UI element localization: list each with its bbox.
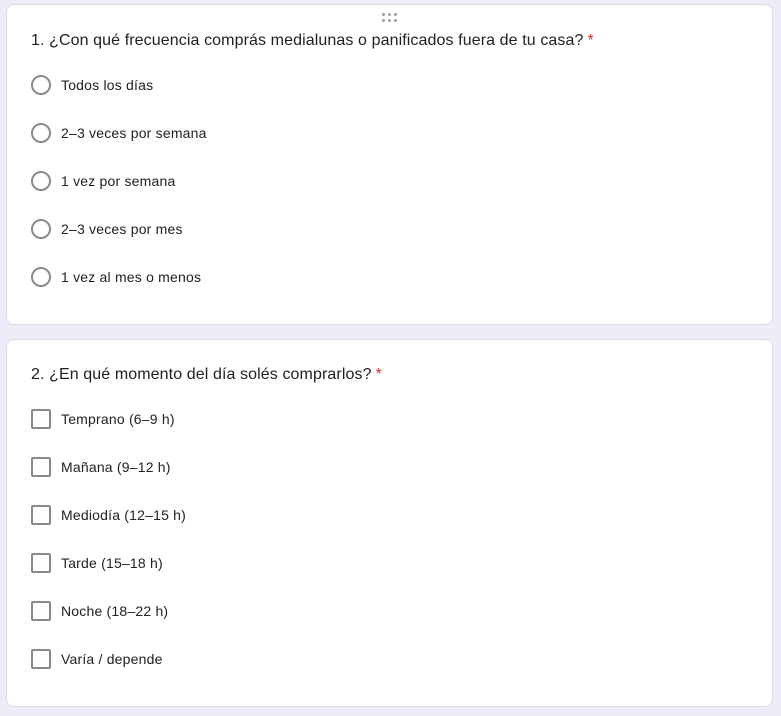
option-label: Todos los días bbox=[61, 77, 154, 93]
checkbox-option[interactable]: Tarde (15–18 h) bbox=[31, 553, 163, 573]
checkbox-unchecked-icon[interactable] bbox=[31, 601, 51, 621]
radio-option[interactable]: 1 vez al mes o menos bbox=[31, 267, 201, 287]
required-asterisk: * bbox=[587, 32, 594, 49]
radio-button-unchecked-icon[interactable] bbox=[31, 219, 51, 239]
question-title-text: 2. ¿En qué momento del día solés comprar… bbox=[31, 366, 372, 383]
radio-button-unchecked-icon[interactable] bbox=[31, 267, 51, 287]
checkbox-unchecked-icon[interactable] bbox=[31, 409, 51, 429]
checkbox-option[interactable]: Temprano (6–9 h) bbox=[31, 409, 175, 429]
option-label: 1 vez por semana bbox=[61, 173, 176, 189]
required-asterisk: * bbox=[375, 366, 382, 383]
radio-option[interactable]: Todos los días bbox=[31, 75, 153, 95]
option-label: Temprano (6–9 h) bbox=[61, 411, 175, 427]
checkbox-unchecked-icon[interactable] bbox=[31, 553, 51, 573]
option-label: 2–3 veces por semana bbox=[61, 125, 207, 141]
radio-option[interactable]: 1 vez por semana bbox=[31, 171, 175, 191]
option-label: 1 vez al mes o menos bbox=[61, 269, 202, 285]
radio-button-unchecked-icon[interactable] bbox=[31, 171, 51, 191]
radio-option[interactable]: 2–3 veces por semana bbox=[31, 123, 207, 143]
checkbox-unchecked-icon[interactable] bbox=[31, 457, 51, 477]
drag-handle-icon[interactable] bbox=[381, 13, 398, 23]
option-label: 2–3 veces por mes bbox=[61, 221, 183, 237]
radio-button-unchecked-icon[interactable] bbox=[31, 75, 51, 95]
checkbox-option[interactable]: Mediodía (12–15 h) bbox=[31, 505, 186, 525]
radio-button-unchecked-icon[interactable] bbox=[31, 123, 51, 143]
checkbox-option[interactable]: Mañana (9–12 h) bbox=[31, 457, 171, 477]
question-card-frequency: 1. ¿Con qué frecuencia comprás medialuna… bbox=[6, 4, 773, 325]
option-label: Tarde (15–18 h) bbox=[61, 555, 163, 571]
question-title: 2. ¿En qué momento del día solés comprar… bbox=[31, 365, 382, 385]
checkbox-unchecked-icon[interactable] bbox=[31, 505, 51, 525]
option-label: Mañana (9–12 h) bbox=[61, 459, 171, 475]
option-label: Noche (18–22 h) bbox=[61, 603, 169, 619]
checkbox-unchecked-icon[interactable] bbox=[31, 649, 51, 669]
radio-option[interactable]: 2–3 veces por mes bbox=[31, 219, 183, 239]
question-title: 1. ¿Con qué frecuencia comprás medialuna… bbox=[31, 31, 594, 51]
option-label: Mediodía (12–15 h) bbox=[61, 507, 187, 523]
checkbox-option[interactable]: Varía / depende bbox=[31, 649, 163, 669]
option-label: Varía / depende bbox=[61, 651, 163, 667]
question-title-text: 1. ¿Con qué frecuencia comprás medialuna… bbox=[31, 32, 584, 49]
checkbox-option[interactable]: Noche (18–22 h) bbox=[31, 601, 168, 621]
question-card-time-of-day: 2. ¿En qué momento del día solés comprar… bbox=[6, 339, 773, 707]
